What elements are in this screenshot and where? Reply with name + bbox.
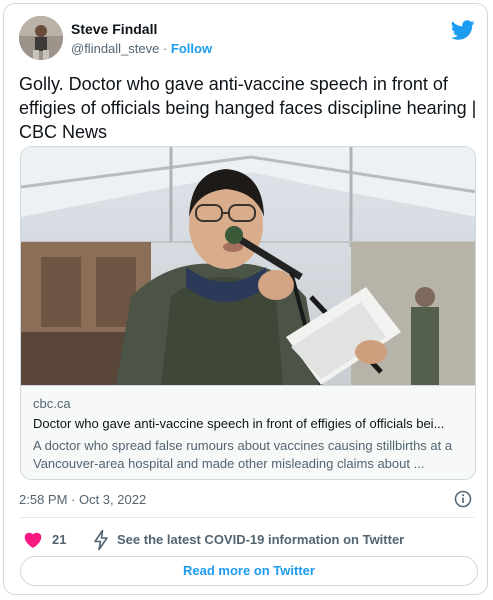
- link-preview-meta: cbc.ca Doctor who gave anti-vaccine spee…: [21, 385, 475, 479]
- link-description: A doctor who spread false rumours about …: [33, 438, 453, 471]
- tweet-actions: 21 See the latest COVID-19 information o…: [19, 528, 474, 552]
- tweet-card: Steve Findall @flindall_steve · Follow G…: [3, 3, 488, 595]
- author-handle-row: @flindall_steve · Follow: [71, 41, 212, 56]
- author-name[interactable]: Steve Findall: [71, 21, 157, 37]
- tweet-header: Steve Findall @flindall_steve · Follow: [19, 16, 479, 64]
- divider: [19, 517, 474, 518]
- link-preview-card[interactable]: cbc.ca Doctor who gave anti-vaccine spee…: [20, 146, 476, 480]
- avatar[interactable]: [19, 16, 63, 60]
- follow-button[interactable]: Follow: [171, 41, 212, 56]
- tweet-timestamp[interactable]: 2:58 PM · Oct 3, 2022: [19, 492, 146, 507]
- covid-info-link[interactable]: See the latest COVID-19 information on T…: [117, 532, 404, 547]
- link-domain: cbc.ca: [33, 396, 71, 411]
- lightning-bolt-icon: [94, 529, 108, 551]
- read-more-button[interactable]: Read more on Twitter: [20, 556, 478, 586]
- author-handle[interactable]: @flindall_steve: [71, 41, 159, 56]
- twitter-bird-icon[interactable]: [451, 18, 475, 42]
- handle-separator: ·: [159, 41, 171, 56]
- link-title[interactable]: Doctor who gave anti-vaccine speech in f…: [33, 416, 465, 431]
- article-photo: [21, 147, 475, 385]
- tweet-text: Golly. Doctor who gave anti-vaccine spee…: [19, 74, 477, 142]
- like-count[interactable]: 21: [52, 532, 66, 547]
- info-icon[interactable]: [454, 490, 472, 508]
- heart-icon[interactable]: [23, 530, 43, 550]
